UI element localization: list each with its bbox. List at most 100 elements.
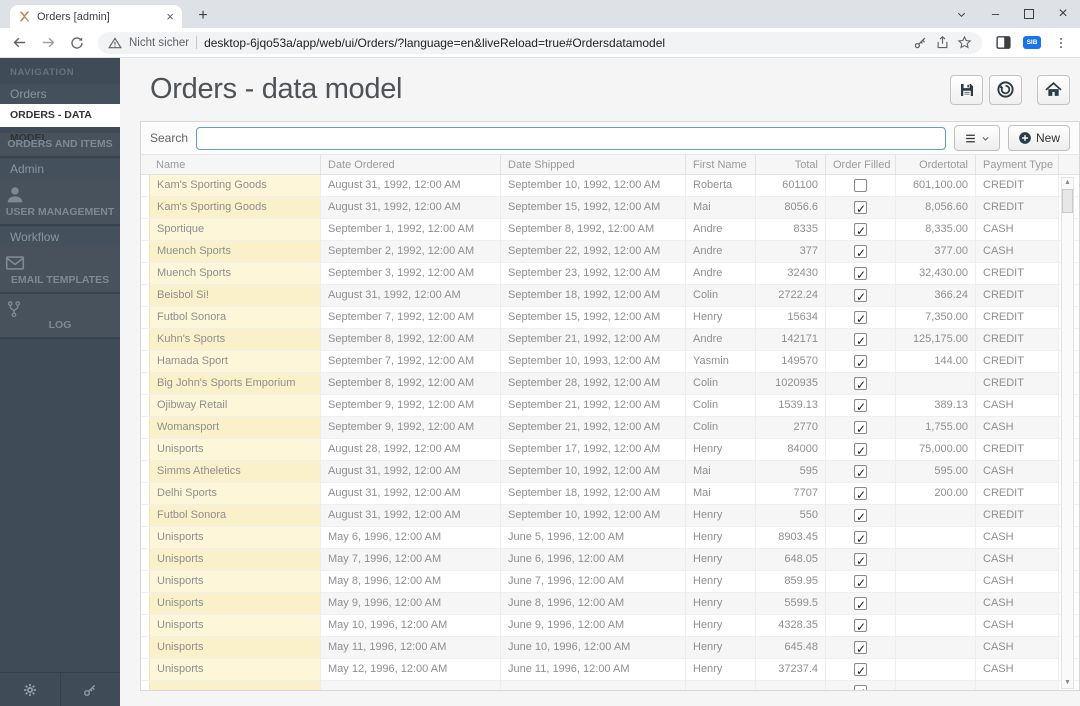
- order-filled-checkbox[interactable]: [854, 179, 867, 192]
- order-filled-checkbox[interactable]: [854, 485, 867, 504]
- side-panel-icon[interactable]: [991, 31, 1015, 55]
- order-filled-checkbox[interactable]: [854, 331, 867, 350]
- order-filled-checkbox[interactable]: [854, 199, 867, 218]
- table-row[interactable]: Womansport September 9, 1992, 12:00 AM Sep…: [141, 417, 1079, 439]
- table-row[interactable]: Unisports May 7, 1996, 12:00 AM June 6, 19…: [141, 549, 1079, 571]
- settings-gear-button[interactable]: [0, 673, 61, 706]
- column-header-date_ordered[interactable]: Date Ordered: [321, 155, 501, 174]
- scrollbar-thumb[interactable]: [1062, 189, 1073, 213]
- table-row[interactable]: Simms Atheletics August 31, 1992, 12:00 A…: [141, 461, 1079, 483]
- table-row[interactable]: [141, 681, 1079, 690]
- column-header-order_filled[interactable]: Order Filled: [826, 155, 896, 174]
- order-filled-checkbox[interactable]: [854, 661, 867, 680]
- table-row[interactable]: Kam's Sporting Goods August 31, 1992, 12:…: [141, 197, 1079, 219]
- sidebar-item-log[interactable]: LOG: [0, 294, 120, 339]
- table-row[interactable]: Kam's Sporting Goods August 31, 1992, 12:…: [141, 175, 1079, 197]
- cell-name: Unisports: [149, 659, 321, 680]
- order-filled-checkbox[interactable]: [854, 243, 867, 262]
- table-row[interactable]: Unisports August 28, 1992, 12:00 AM Septem…: [141, 439, 1079, 461]
- password-key-icon[interactable]: [913, 35, 928, 50]
- sidebar-group-orders[interactable]: Orders: [0, 84, 120, 104]
- close-window-button[interactable]: ×: [1046, 0, 1080, 28]
- cell-name: Unisports: [149, 549, 321, 570]
- order-filled-checkbox[interactable]: [854, 287, 867, 306]
- table-row[interactable]: Unisports May 12, 1996, 12:00 AM June 11, …: [141, 659, 1079, 681]
- url-text[interactable]: desktop-6jqo53a/app/web/ui/Orders/?langu…: [204, 36, 906, 50]
- table-row[interactable]: Unisports May 10, 1996, 12:00 AM June 9, 1…: [141, 615, 1079, 637]
- sidebar-item-user-management[interactable]: USER MANAGEMENT: [0, 179, 120, 226]
- order-filled-checkbox[interactable]: [854, 551, 867, 570]
- table-row[interactable]: Muench Sports September 2, 1992, 12:00 AM…: [141, 241, 1079, 263]
- back-icon[interactable]: [7, 31, 31, 55]
- scroll-down-icon[interactable]: ▼: [1064, 678, 1071, 688]
- order-filled-checkbox[interactable]: [854, 353, 867, 372]
- column-header-ordertotal[interactable]: Ordertotal: [896, 155, 976, 174]
- column-header-first_name[interactable]: First Name: [686, 155, 756, 174]
- bookmark-star-icon[interactable]: [957, 35, 972, 50]
- order-filled-checkbox[interactable]: [854, 309, 867, 328]
- new-button[interactable]: New: [1007, 125, 1070, 151]
- order-filled-checkbox[interactable]: [854, 639, 867, 658]
- chevron-down-icon[interactable]: [944, 0, 978, 28]
- order-filled-checkbox[interactable]: [854, 573, 867, 592]
- table-row[interactable]: Kuhn's Sports September 8, 1992, 12:00 AM…: [141, 329, 1079, 351]
- order-filled-checkbox[interactable]: [854, 265, 867, 284]
- content-area: Orders - data model Search New Name Date…: [120, 58, 1080, 706]
- order-filled-checkbox[interactable]: [854, 375, 867, 394]
- sidebar-item-orders-data-model[interactable]: ORDERS - DATA MODEL: [0, 104, 120, 144]
- table-row[interactable]: Unisports May 6, 1996, 12:00 AM June 5, 19…: [141, 527, 1079, 549]
- home-button[interactable]: [1037, 74, 1070, 105]
- warning-triangle-icon[interactable]: [108, 36, 122, 50]
- new-tab-button[interactable]: +: [192, 6, 214, 26]
- order-filled-checkbox[interactable]: [854, 419, 867, 438]
- table-row[interactable]: Ojibway Retail September 9, 1992, 12:00 A…: [141, 395, 1079, 417]
- order-filled-checkbox[interactable]: [854, 221, 867, 240]
- vertical-scrollbar[interactable]: ▲ ▼: [1061, 177, 1074, 689]
- table-row[interactable]: Unisports May 9, 1996, 12:00 AM June 8, 19…: [141, 593, 1079, 615]
- save-button[interactable]: [950, 74, 983, 105]
- sidebar-item-email-templates[interactable]: EMAIL TEMPLATES: [0, 247, 120, 294]
- scroll-up-icon[interactable]: ▲: [1064, 178, 1071, 188]
- refresh-button[interactable]: [989, 74, 1022, 105]
- order-filled-checkbox[interactable]: [854, 507, 867, 526]
- order-filled-checkbox[interactable]: [854, 463, 867, 482]
- table-row[interactable]: Sportique September 1, 1992, 12:00 AM Sept…: [141, 219, 1079, 241]
- cell-date_shipped: June 7, 1996, 12:00 AM: [501, 571, 686, 592]
- order-filled-checkbox[interactable]: [854, 617, 867, 636]
- extension-icon[interactable]: SIB: [1020, 31, 1044, 55]
- key-button[interactable]: [61, 673, 121, 706]
- order-filled-checkbox[interactable]: [854, 441, 867, 460]
- table-row[interactable]: Muench Sports September 3, 1992, 12:00 AM…: [141, 263, 1079, 285]
- column-header-date_shipped[interactable]: Date Shipped: [501, 155, 686, 174]
- table-row[interactable]: Beisbol Si! August 31, 1992, 12:00 AM Sept…: [141, 285, 1079, 307]
- browser-tab-strip: Orders [admin] × + ×: [0, 0, 1080, 28]
- sidebar-group-workflow[interactable]: Workflow: [0, 227, 120, 247]
- forward-icon[interactable]: [36, 31, 60, 55]
- table-row[interactable]: Unisports May 8, 1996, 12:00 AM June 7, 19…: [141, 571, 1079, 593]
- table-row[interactable]: Futbol Sonora August 31, 1992, 12:00 AM Se…: [141, 505, 1079, 527]
- sidebar-group-admin[interactable]: Admin: [0, 159, 120, 179]
- order-filled-checkbox[interactable]: [854, 683, 867, 690]
- table-row[interactable]: Big John's Sports Emporium September 8, 1…: [141, 373, 1079, 395]
- grid-menu-button[interactable]: [953, 125, 1000, 151]
- reload-icon[interactable]: [65, 31, 89, 55]
- column-header-name[interactable]: Name: [149, 155, 321, 174]
- table-row[interactable]: Hamada Sport September 7, 1992, 12:00 AM S…: [141, 351, 1079, 373]
- minimize-button[interactable]: [978, 0, 1012, 28]
- browser-menu-dots-icon[interactable]: [1049, 31, 1073, 55]
- order-filled-checkbox[interactable]: [854, 529, 867, 548]
- table-row[interactable]: Delhi Sports August 31, 1992, 12:00 AM Sep…: [141, 483, 1079, 505]
- browser-tab[interactable]: Orders [admin] ×: [10, 5, 182, 28]
- security-warning-label[interactable]: Nicht sicher: [129, 37, 189, 49]
- column-header-payment_type[interactable]: Payment Type: [976, 155, 1059, 174]
- order-filled-checkbox[interactable]: [854, 595, 867, 614]
- url-bar[interactable]: Nicht sicher desktop-6jqo53a/app/web/ui/…: [98, 31, 982, 54]
- maximize-button[interactable]: [1012, 0, 1046, 28]
- order-filled-checkbox[interactable]: [854, 397, 867, 416]
- tab-close-icon[interactable]: ×: [166, 10, 174, 23]
- column-header-total[interactable]: Total: [756, 155, 826, 174]
- share-icon[interactable]: [935, 35, 950, 50]
- table-row[interactable]: Unisports May 11, 1996, 12:00 AM June 10, …: [141, 637, 1079, 659]
- search-input[interactable]: [196, 126, 946, 150]
- table-row[interactable]: Futbol Sonora September 7, 1992, 12:00 AM…: [141, 307, 1079, 329]
